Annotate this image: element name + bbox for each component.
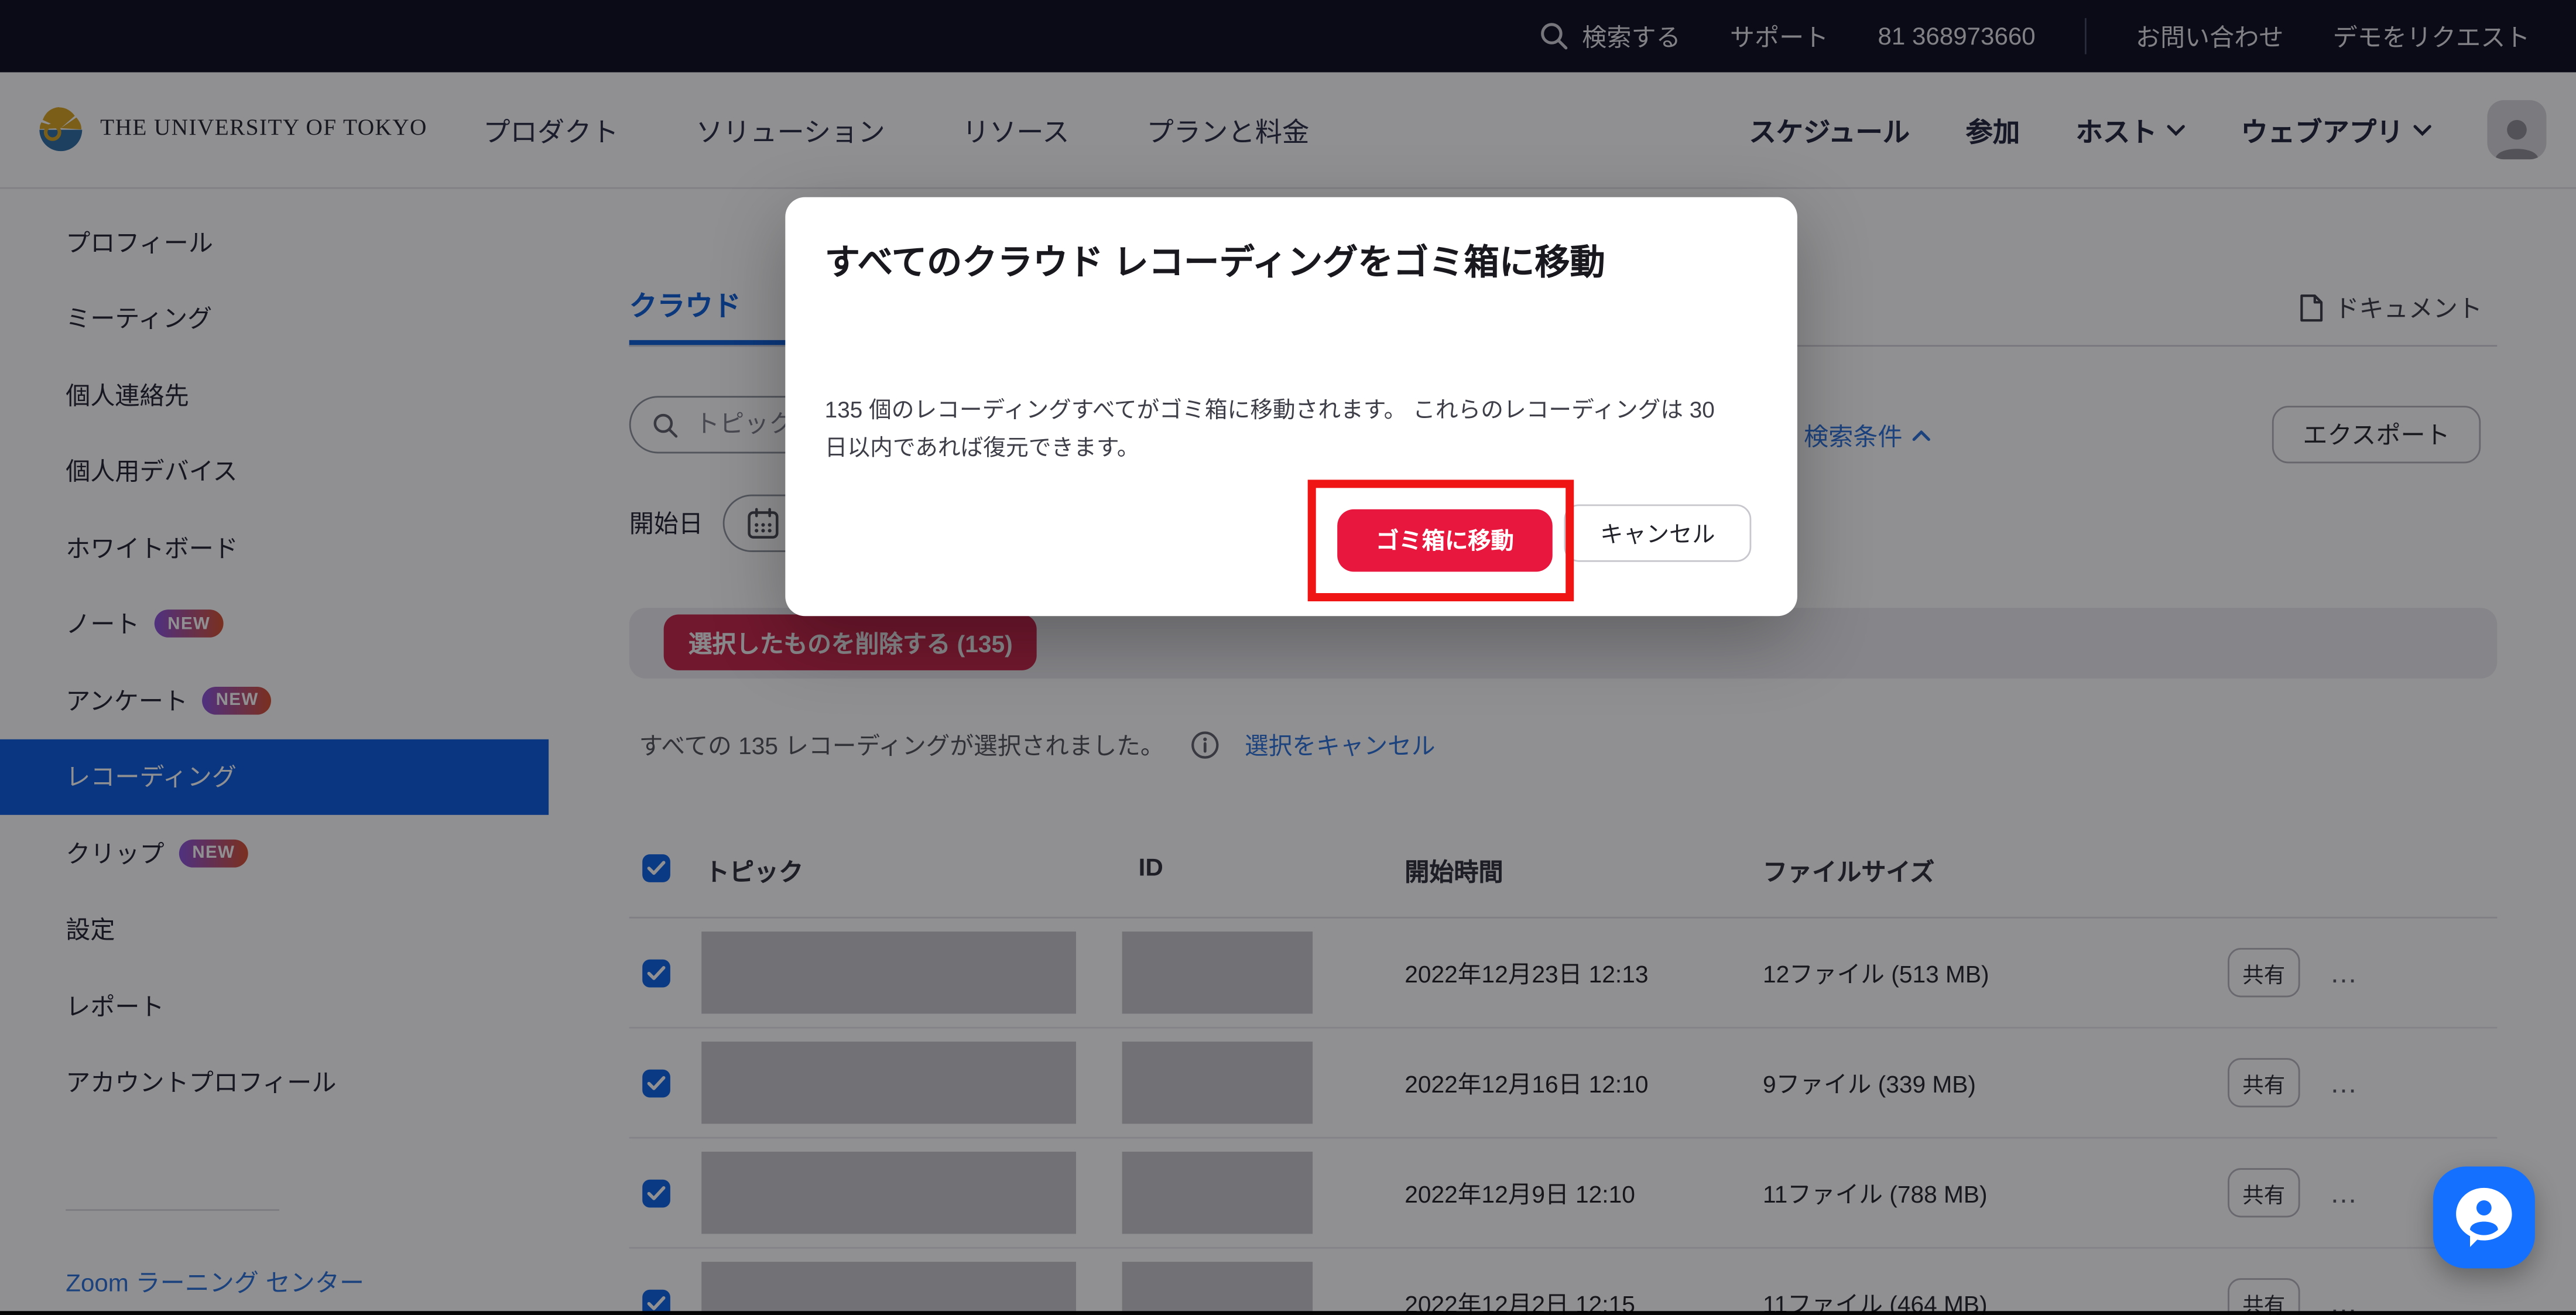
click-target-highlight [1308, 480, 1574, 601]
dialog-body-text: 135 個のレコーディングすべてがゴミ箱に移動されます。 これらのレコーディング… [825, 391, 1738, 467]
cancel-button[interactable]: キャンセル [1564, 504, 1751, 561]
dialog-title: すべてのクラウド レコーディングをゴミ箱に移動 [825, 237, 1748, 291]
chat-contact-icon [2453, 1184, 2516, 1250]
support-chat-button[interactable] [2433, 1166, 2535, 1268]
move-to-trash-dialog: すべてのクラウド レコーディングをゴミ箱に移動 135 個のレコーディングすべて… [785, 197, 1797, 617]
screenshot-bottom-edge [0, 1310, 2576, 1314]
zoom-web-portal: 検索する サポート 81 368973660 お問い合わせ デモをリクエスト [0, 0, 2576, 1314]
